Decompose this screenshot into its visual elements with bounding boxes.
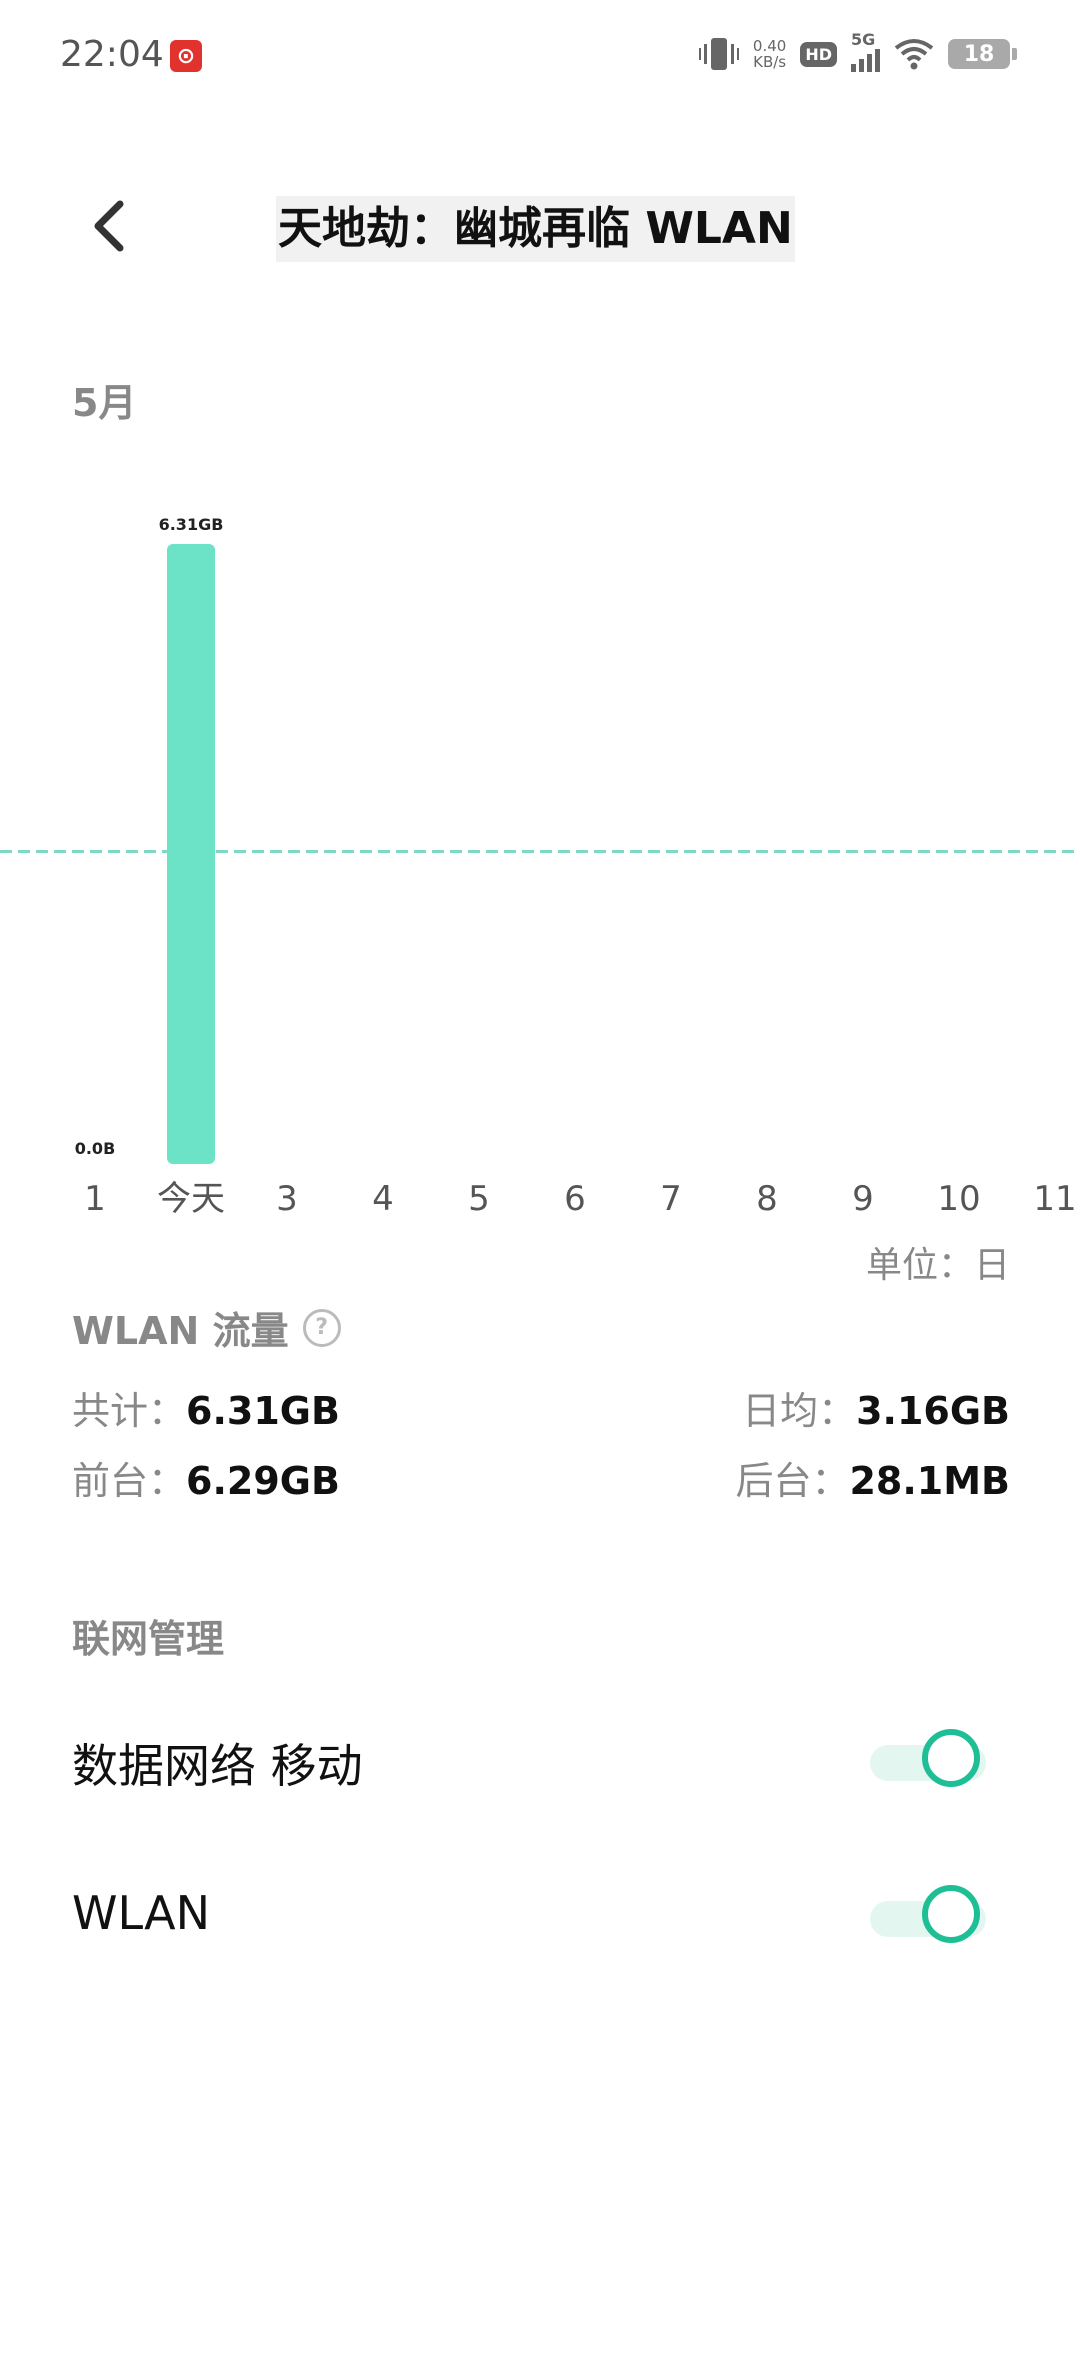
x-tick-label: 7 (660, 1179, 682, 1219)
mobile-data-toggle[interactable] (870, 1729, 990, 1789)
signal-icon: 5G (851, 30, 880, 72)
month-label: 5月 (72, 381, 137, 425)
unit-label: 单位：日 (865, 1245, 1010, 1286)
x-tick-label: 4 (372, 1179, 394, 1219)
stat-bg-value: 28.1MB (849, 1459, 1010, 1503)
stat-total-label: 共计： (72, 1389, 187, 1433)
stat-avg-value: 3.16GB (856, 1389, 1010, 1433)
bar-value-label: 6.31GB (159, 515, 224, 534)
net-speed-unit: KB/s (753, 53, 787, 71)
net-speed-value: 0.40 (752, 37, 787, 55)
stat-foreground: 前台： 6.29GB (72, 1450, 340, 1505)
x-tick-label: 3 (276, 1179, 298, 1219)
net-speed: 0.40 KB/s (753, 38, 786, 70)
wlan-label: WLAN (72, 1886, 211, 1940)
wlan-toggle[interactable] (870, 1885, 990, 1945)
x-tick-label: 8 (756, 1179, 778, 1219)
x-tick-label: 9 (852, 1179, 874, 1219)
network-management-title: 联网管理 (72, 1617, 225, 1661)
stat-daily-average: 日均： 3.16GB (742, 1380, 1010, 1435)
back-button[interactable] (78, 196, 138, 256)
x-tick-label: 10 (937, 1179, 980, 1219)
x-tick-label: 11 (1033, 1179, 1076, 1219)
status-icons: 0.40 KB/s HD 5G 18 (698, 30, 1017, 72)
help-icon[interactable]: ? (302, 1308, 341, 1347)
mobile-data-label: 数据网络 移动 (72, 1739, 363, 1793)
stat-avg-label: 日均： (742, 1389, 857, 1433)
wlan-usage-title-text: WLAN 流量 (72, 1309, 289, 1353)
stat-total: 共计： 6.31GB (72, 1380, 340, 1435)
page-title: 天地劫：幽城再临 WLAN (276, 196, 795, 262)
stat-total-value: 6.31GB (186, 1389, 340, 1433)
status-time: 22:04 (60, 34, 164, 75)
netease-music-icon: ⊙ (170, 40, 202, 72)
bar-value-label: 0.0B (75, 1139, 116, 1158)
x-tick-label: 6 (564, 1179, 586, 1219)
hd-icon: HD (800, 41, 837, 67)
stat-fg-label: 前台： (72, 1459, 187, 1503)
toggle-knob (922, 1729, 980, 1787)
x-tick-label: 1 (84, 1179, 106, 1219)
wlan-usage-title: WLAN 流量 ? (72, 1300, 341, 1355)
stat-background: 后台： 28.1MB (735, 1450, 1010, 1505)
x-tick-label: 5 (468, 1179, 490, 1219)
chevron-left-icon (94, 200, 124, 252)
network-type: 5G (851, 30, 876, 49)
wifi-icon (894, 39, 934, 70)
chart-bar (167, 544, 215, 1164)
battery-icon: 18 (948, 39, 1017, 69)
stat-fg-value: 6.29GB (186, 1459, 340, 1503)
stat-bg-label: 后台： (735, 1459, 850, 1503)
toggle-knob (922, 1885, 980, 1943)
usage-bar-chart: 0.0B 1 6.31GB 今天 3 4 5 6 7 8 9 10 11 (0, 515, 1080, 1219)
vibrate-icon (698, 38, 739, 70)
x-tick-label: 今天 (157, 1179, 225, 1219)
